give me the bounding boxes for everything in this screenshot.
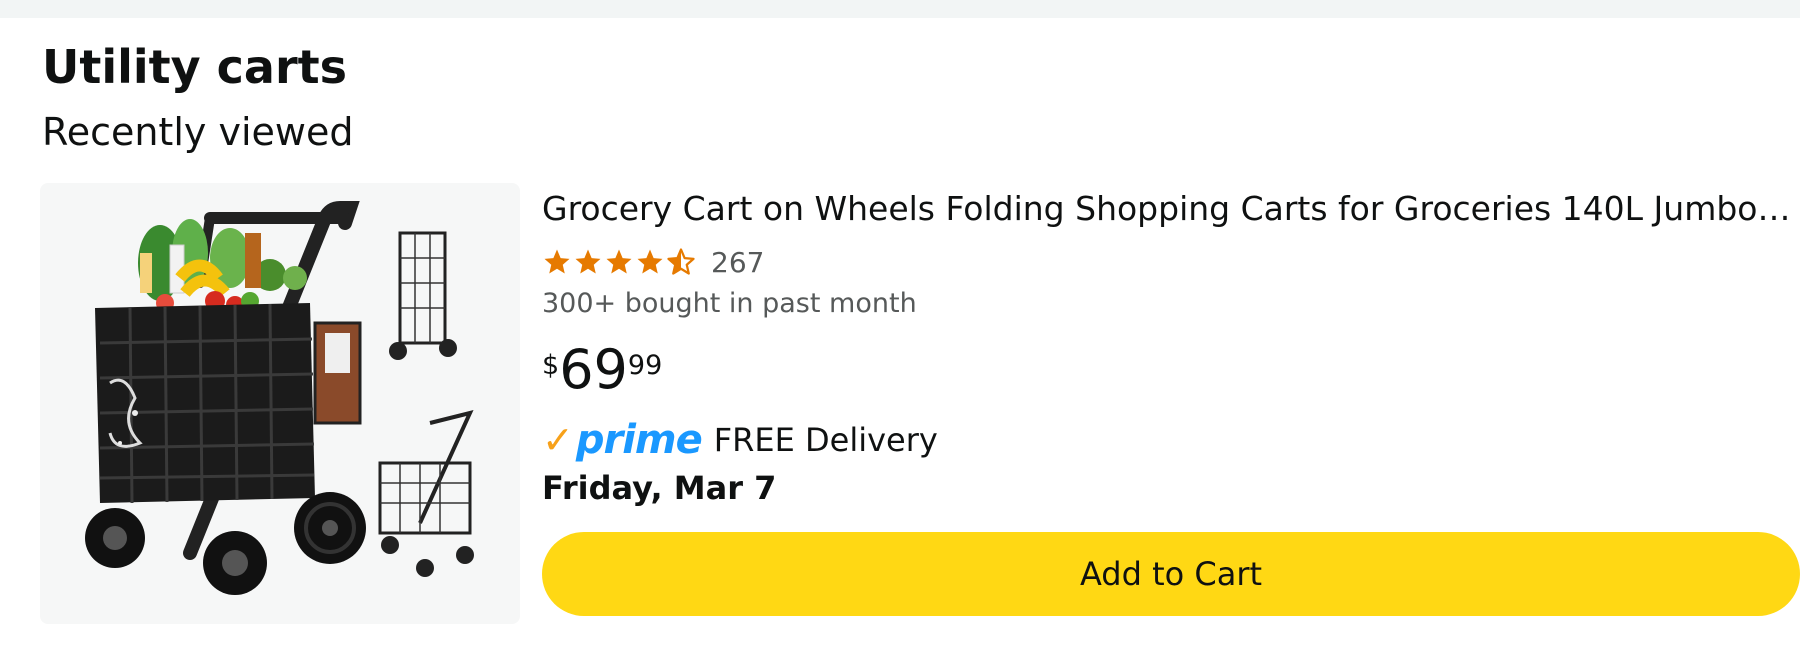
star-icon: [637, 249, 663, 274]
star-icon: [606, 249, 632, 274]
product-title[interactable]: Grocery Cart on Wheels Folding Shopping …: [542, 188, 1792, 231]
delivery-info: ✓ prime FREE Delivery: [542, 416, 938, 464]
top-strip: [0, 0, 1800, 18]
purchase-count-text: 300+ bought in past month: [542, 288, 917, 319]
price-symbol: $: [542, 350, 560, 381]
section-title: Utility carts: [42, 40, 347, 94]
review-count[interactable]: 267: [711, 246, 764, 279]
star-rating[interactable]: [542, 247, 697, 277]
section-subtitle: Recently viewed: [42, 110, 354, 154]
prime-check-icon: ✓: [542, 418, 574, 462]
half-star-icon: [667, 248, 695, 275]
rating-row[interactable]: 267: [542, 242, 764, 282]
delivery-date: Friday, Mar 7: [542, 469, 777, 507]
prime-logo-text: prime: [575, 417, 703, 463]
add-to-cart-button[interactable]: Add to Cart: [542, 532, 1800, 616]
price-whole: 69: [559, 338, 628, 401]
price-fraction: 99: [627, 350, 663, 381]
star-icon: [575, 249, 601, 274]
price: $ 69 99: [542, 338, 663, 401]
delivery-text: FREE Delivery: [713, 421, 938, 459]
product-card: Grocery Cart on Wheels Folding Shopping …: [0, 180, 1800, 630]
prime-logo: ✓ prime: [542, 417, 703, 463]
star-icon: [544, 249, 570, 274]
product-image[interactable]: [40, 183, 520, 624]
